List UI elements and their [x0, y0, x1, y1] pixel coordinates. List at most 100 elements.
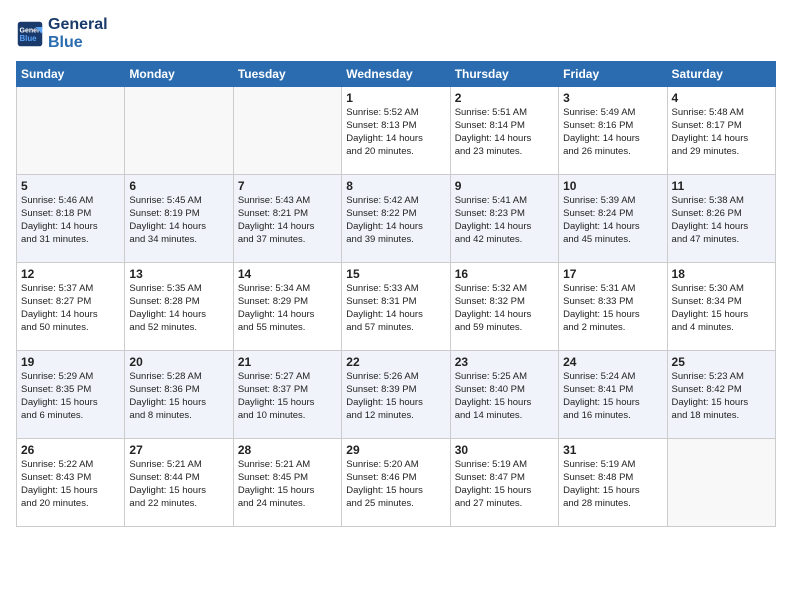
cell-detail: Daylight: 14 hours [563, 133, 662, 146]
calendar-cell: 13Sunrise: 5:35 AMSunset: 8:28 PMDayligh… [125, 263, 233, 351]
logo-text: General Blue [48, 16, 108, 51]
cell-detail: Daylight: 15 hours [455, 397, 554, 410]
day-number: 6 [129, 179, 228, 193]
cell-detail: and 22 minutes. [129, 498, 228, 511]
cell-detail: and 29 minutes. [672, 146, 771, 159]
cell-detail: Daylight: 15 hours [563, 397, 662, 410]
calendar-cell: 26Sunrise: 5:22 AMSunset: 8:43 PMDayligh… [17, 439, 125, 527]
calendar-cell: 22Sunrise: 5:26 AMSunset: 8:39 PMDayligh… [342, 351, 450, 439]
calendar-week-row: 12Sunrise: 5:37 AMSunset: 8:27 PMDayligh… [17, 263, 776, 351]
cell-detail: Daylight: 14 hours [346, 309, 445, 322]
day-number: 2 [455, 91, 554, 105]
cell-detail: and 16 minutes. [563, 410, 662, 423]
day-number: 22 [346, 355, 445, 369]
cell-detail: Daylight: 14 hours [21, 309, 120, 322]
cell-detail: Sunset: 8:13 PM [346, 120, 445, 133]
cell-detail: Sunset: 8:24 PM [563, 208, 662, 221]
cell-detail: and 23 minutes. [455, 146, 554, 159]
calendar-week-row: 19Sunrise: 5:29 AMSunset: 8:35 PMDayligh… [17, 351, 776, 439]
cell-detail: and 28 minutes. [563, 498, 662, 511]
day-header-tuesday: Tuesday [233, 62, 341, 87]
calendar-cell: 21Sunrise: 5:27 AMSunset: 8:37 PMDayligh… [233, 351, 341, 439]
calendar-cell: 9Sunrise: 5:41 AMSunset: 8:23 PMDaylight… [450, 175, 558, 263]
cell-detail: and 59 minutes. [455, 322, 554, 335]
cell-detail: Sunset: 8:16 PM [563, 120, 662, 133]
cell-detail: Sunset: 8:40 PM [455, 384, 554, 397]
day-number: 3 [563, 91, 662, 105]
calendar-cell [125, 87, 233, 175]
cell-detail: Daylight: 15 hours [21, 397, 120, 410]
day-number: 16 [455, 267, 554, 281]
day-number: 24 [563, 355, 662, 369]
cell-detail: Sunrise: 5:39 AM [563, 195, 662, 208]
day-number: 28 [238, 443, 337, 457]
cell-detail: Sunset: 8:21 PM [238, 208, 337, 221]
cell-detail: Sunrise: 5:49 AM [563, 107, 662, 120]
calendar-table: SundayMondayTuesdayWednesdayThursdayFrid… [16, 61, 776, 527]
cell-detail: and 57 minutes. [346, 322, 445, 335]
day-number: 26 [21, 443, 120, 457]
day-number: 8 [346, 179, 445, 193]
cell-detail: and 12 minutes. [346, 410, 445, 423]
cell-detail: Sunrise: 5:28 AM [129, 371, 228, 384]
day-header-thursday: Thursday [450, 62, 558, 87]
cell-detail: and 50 minutes. [21, 322, 120, 335]
day-number: 31 [563, 443, 662, 457]
calendar-cell [233, 87, 341, 175]
cell-detail: Daylight: 15 hours [346, 485, 445, 498]
cell-detail: Daylight: 14 hours [129, 309, 228, 322]
cell-detail: Daylight: 14 hours [672, 221, 771, 234]
cell-detail: Sunrise: 5:21 AM [238, 459, 337, 472]
calendar-cell: 28 Sunrise: 5:21 AMSunset: 8:45 PMDayligh… [233, 439, 341, 527]
day-header-wednesday: Wednesday [342, 62, 450, 87]
calendar-week-row: 1Sunrise: 5:52 AMSunset: 8:13 PMDaylight… [17, 87, 776, 175]
cell-detail: Sunrise: 5:35 AM [129, 283, 228, 296]
cell-detail: Sunset: 8:31 PM [346, 296, 445, 309]
calendar-cell: 23Sunrise: 5:25 AMSunset: 8:40 PMDayligh… [450, 351, 558, 439]
cell-detail: and 20 minutes. [21, 498, 120, 511]
cell-detail: Sunset: 8:27 PM [21, 296, 120, 309]
cell-detail: Sunset: 8:29 PM [238, 296, 337, 309]
cell-detail: Daylight: 15 hours [455, 485, 554, 498]
cell-detail: and 24 minutes. [238, 498, 337, 511]
cell-detail: Daylight: 15 hours [238, 485, 337, 498]
cell-detail: Sunset: 8:41 PM [563, 384, 662, 397]
cell-detail: Daylight: 14 hours [346, 133, 445, 146]
cell-detail: Sunrise: 5:27 AM [238, 371, 337, 384]
calendar-cell: 14Sunrise: 5:34 AMSunset: 8:29 PMDayligh… [233, 263, 341, 351]
cell-detail: Sunset: 8:47 PM [455, 472, 554, 485]
calendar-cell: 19Sunrise: 5:29 AMSunset: 8:35 PMDayligh… [17, 351, 125, 439]
calendar-cell: 8Sunrise: 5:42 AMSunset: 8:22 PMDaylight… [342, 175, 450, 263]
cell-detail: Daylight: 15 hours [129, 397, 228, 410]
day-number: 20 [129, 355, 228, 369]
cell-detail: Daylight: 14 hours [238, 309, 337, 322]
day-number: 12 [21, 267, 120, 281]
cell-detail: Sunrise: 5:21 AM [129, 459, 228, 472]
calendar-cell [667, 439, 775, 527]
day-number: 1 [346, 91, 445, 105]
cell-detail: Sunset: 8:23 PM [455, 208, 554, 221]
cell-detail: and 4 minutes. [672, 322, 771, 335]
cell-detail: Daylight: 14 hours [129, 221, 228, 234]
calendar-cell: 2Sunrise: 5:51 AMSunset: 8:14 PMDaylight… [450, 87, 558, 175]
cell-detail: Sunset: 8:48 PM [563, 472, 662, 485]
calendar-cell: 31Sunrise: 5:19 AMSunset: 8:48 PMDayligh… [559, 439, 667, 527]
cell-detail: Sunrise: 5:46 AM [21, 195, 120, 208]
calendar-cell: 30Sunrise: 5:19 AMSunset: 8:47 PMDayligh… [450, 439, 558, 527]
cell-detail: Sunset: 8:43 PM [21, 472, 120, 485]
cell-detail: Sunrise: 5:33 AM [346, 283, 445, 296]
cell-detail: Sunrise: 5:30 AM [672, 283, 771, 296]
day-number: 30 [455, 443, 554, 457]
cell-detail: Daylight: 15 hours [672, 397, 771, 410]
calendar-cell: 6Sunrise: 5:45 AMSunset: 8:19 PMDaylight… [125, 175, 233, 263]
day-number: 10 [563, 179, 662, 193]
cell-detail: Daylight: 15 hours [672, 309, 771, 322]
calendar-cell: 15 Sunrise: 5:33 AMSunset: 8:31 PMDayligh… [342, 263, 450, 351]
day-number: 27 [129, 443, 228, 457]
cell-detail: and 20 minutes. [346, 146, 445, 159]
cell-detail: Sunset: 8:45 PM [238, 472, 337, 485]
cell-detail: and 14 minutes. [455, 410, 554, 423]
day-number: 15 [346, 267, 445, 281]
calendar-cell: 16Sunrise: 5:32 AMSunset: 8:32 PMDayligh… [450, 263, 558, 351]
cell-detail: Daylight: 15 hours [238, 397, 337, 410]
